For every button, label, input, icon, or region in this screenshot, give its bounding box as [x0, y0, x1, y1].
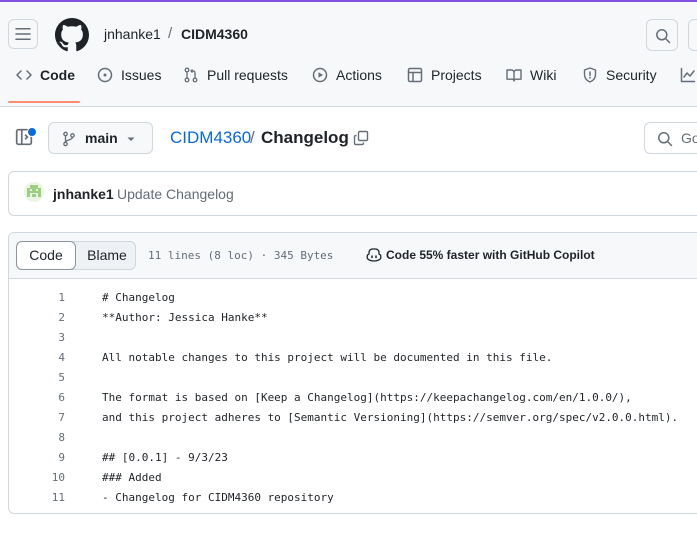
active-tab-indicator [8, 101, 80, 103]
file-path-name: Changelog [261, 128, 349, 147]
commit-author[interactable]: jnhanke1 [53, 186, 114, 202]
copy-icon[interactable] [353, 130, 369, 146]
github-logo-icon[interactable] [55, 18, 89, 52]
blame-view-button[interactable]: Blame [77, 242, 137, 269]
file-path-repo-link[interactable]: CIDM4360 [170, 128, 251, 148]
git-branch-icon [63, 131, 75, 147]
code-line: 6 The format is based on [Keep a Changelo… [9, 388, 697, 408]
code-line: 9 ## [0.0.1] - 9/3/23 [9, 448, 697, 468]
code-view-button[interactable]: Code [16, 241, 76, 270]
copilot-promo-link[interactable]: Code 55% faster with GitHub Copilot [366, 247, 595, 263]
line-content: and this project adheres to [Semantic Ve… [102, 411, 679, 424]
code-line: 5 [9, 368, 697, 388]
play-icon [312, 67, 328, 83]
tab-actions-label: Actions [336, 67, 382, 83]
search-icon [656, 29, 671, 44]
identicon-icon [27, 185, 41, 197]
line-content: ### Added [102, 471, 162, 484]
line-number[interactable]: 10 [9, 468, 65, 488]
tab-issues[interactable]: Issues [97, 66, 161, 104]
shield-icon [583, 67, 597, 83]
code-line: 4 All notable changes to this project wil… [9, 348, 697, 368]
latest-commit-bar: jnhanke1 Update Changelog [8, 171, 697, 216]
tab-pull-requests-label: Pull requests [207, 67, 288, 83]
code-line: 7 and this project adheres to [Semantic V… [9, 408, 697, 428]
line-number[interactable]: 8 [9, 428, 65, 448]
tab-security[interactable]: Security [582, 66, 657, 104]
line-number[interactable]: 2 [9, 308, 65, 328]
view-toggle: Code Blame [16, 241, 136, 270]
line-number[interactable]: 4 [9, 348, 65, 368]
tab-code-label: Code [40, 67, 75, 83]
line-number[interactable]: 7 [9, 408, 65, 428]
book-icon [506, 69, 522, 82]
tab-wiki-label: Wiki [530, 67, 557, 83]
line-number[interactable]: 1 [9, 288, 65, 308]
line-number[interactable]: 9 [9, 448, 65, 468]
breadcrumb-owner[interactable]: jnhanke1 [104, 26, 161, 42]
line-number[interactable]: 11 [9, 488, 65, 508]
code-line: 11 - Changelog for CIDM4360 repository [9, 488, 697, 508]
code-line: 1 # Changelog [9, 288, 697, 308]
repo-header: jnhanke1 / CIDM4360 Code Issues Pull req… [0, 2, 697, 107]
table-icon [407, 67, 423, 83]
triangle-down-icon [127, 137, 135, 141]
tab-security-label: Security [606, 67, 657, 83]
tab-insights[interactable] [680, 66, 697, 104]
code-line: 2 **Author: Jessica Hanke** [9, 308, 697, 328]
code-lines: 1 # Changelog 2 **Author: Jessica Hanke** … [9, 288, 697, 508]
tab-wiki[interactable]: Wiki [506, 66, 556, 104]
issue-opened-icon [97, 67, 113, 83]
code-line: 8 [9, 428, 697, 448]
tab-code[interactable]: Code [16, 66, 75, 104]
notification-dot [27, 127, 37, 137]
line-number[interactable]: 3 [9, 328, 65, 348]
line-number[interactable]: 5 [9, 368, 65, 388]
file-path-separator: / [250, 128, 255, 147]
search-icon [658, 132, 673, 147]
code-line: 10 ### Added [9, 468, 697, 488]
menu-button[interactable] [8, 19, 38, 49]
tab-pull-requests[interactable]: Pull requests [183, 66, 288, 104]
copilot-icon [366, 248, 382, 262]
git-pull-request-icon [184, 67, 198, 83]
branch-select-button[interactable]: main [48, 122, 153, 154]
line-content: The format is based on [Keep a Changelog… [102, 391, 632, 404]
file-viewer: Code Blame 11 lines (8 loc) · 345 Bytes … [8, 232, 697, 514]
line-content: All notable changes to this project will… [102, 351, 553, 364]
line-content: **Author: Jessica Hanke** [102, 311, 268, 324]
graph-icon [680, 67, 696, 83]
copilot-promo-text: Code 55% faster with GitHub Copilot [386, 248, 595, 262]
code-icon [16, 70, 32, 80]
go-to-file-input[interactable]: Go [644, 122, 697, 154]
branch-name: main [85, 130, 118, 146]
go-to-file-placeholder: Go [681, 130, 697, 146]
file-info: 11 lines (8 loc) · 345 Bytes [148, 249, 334, 262]
line-content: - Changelog for CIDM4360 repository [102, 491, 334, 504]
code-line: 3 [9, 328, 697, 348]
line-content: ## [0.0.1] - 9/3/23 [102, 451, 228, 464]
breadcrumb-repo[interactable]: CIDM4360 [181, 26, 248, 42]
tab-issues-label: Issues [121, 67, 162, 83]
breadcrumb-separator: / [168, 25, 173, 42]
search-button[interactable] [646, 19, 678, 51]
hamburger-icon [15, 28, 31, 40]
tab-actions[interactable]: Actions [312, 66, 382, 104]
tab-projects-label: Projects [431, 67, 482, 83]
line-number[interactable]: 6 [9, 388, 65, 408]
command-palette-button[interactable] [688, 19, 697, 51]
commit-message[interactable]: Update Changelog [117, 186, 234, 202]
avatar[interactable] [24, 182, 44, 202]
line-content: # Changelog [102, 291, 175, 304]
file-header: Code Blame 11 lines (8 loc) · 345 Bytes … [9, 233, 697, 279]
tab-projects[interactable]: Projects [407, 66, 482, 104]
